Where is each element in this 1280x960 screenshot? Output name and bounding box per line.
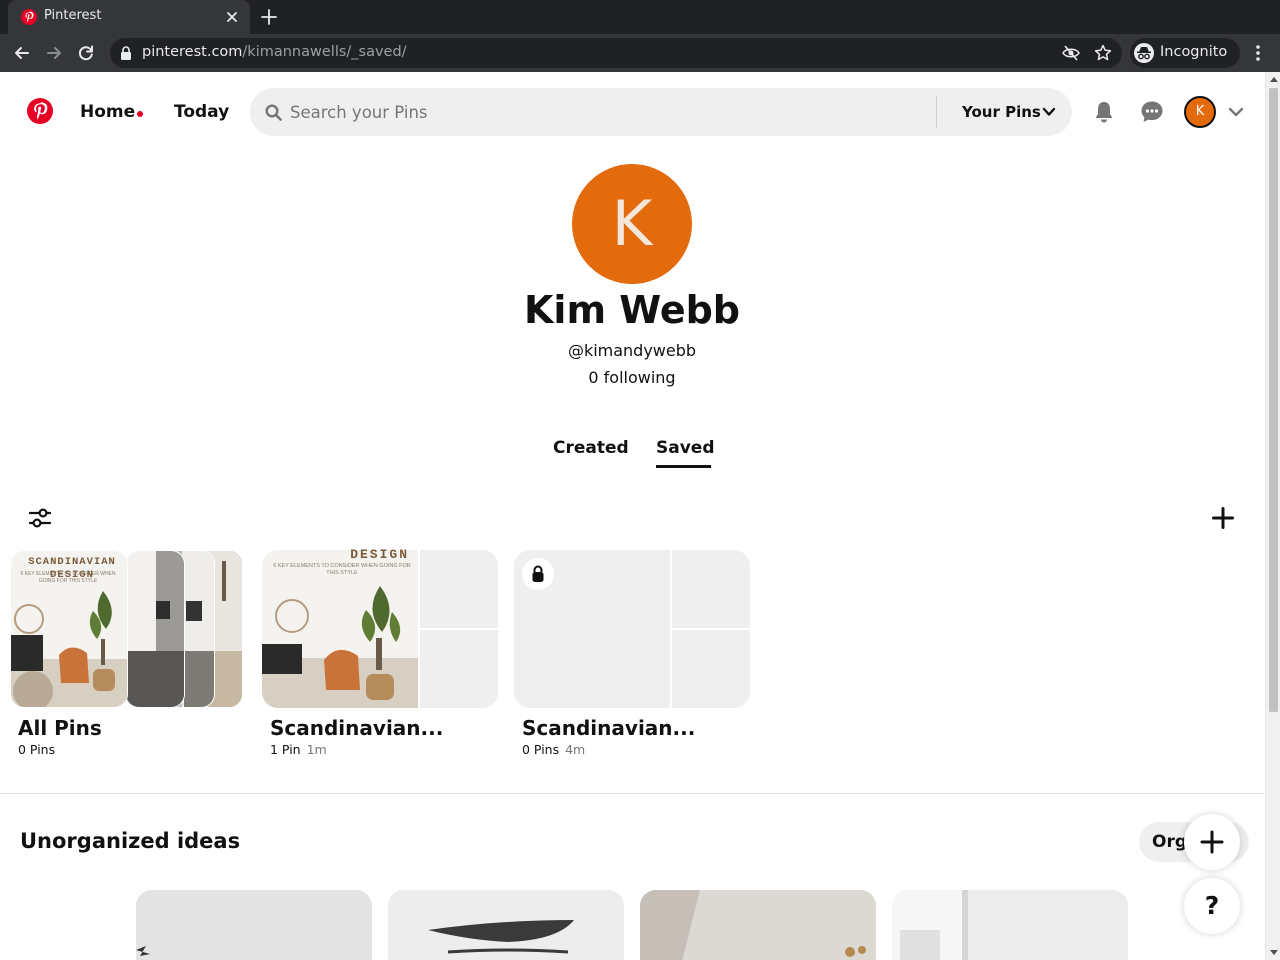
board-title[interactable]: Scandinavian... [270, 716, 443, 740]
secret-board-badge [522, 558, 554, 590]
board-count-text: 0 Pins [522, 742, 560, 757]
browser-tab-strip: Pinterest [0, 0, 1280, 34]
profile-avatar: K [572, 164, 692, 284]
board-scandinavian-2[interactable] [514, 550, 750, 708]
search-divider [936, 96, 937, 128]
incognito-indicator[interactable]: Incognito [1130, 38, 1240, 68]
pin-image [388, 890, 624, 960]
lock-icon [121, 46, 131, 60]
board-cover-placeholder [420, 550, 498, 628]
address-bar[interactable]: pinterest.com/kimannawells/_saved/ [110, 38, 1122, 68]
idea-pin[interactable] [388, 890, 624, 960]
board-cover-divider [672, 628, 750, 630]
incognito-label: Incognito [1160, 44, 1228, 60]
back-icon[interactable] [12, 43, 32, 63]
unorganized-ideas-heading: Unorganized ideas [20, 829, 241, 853]
tab-saved[interactable]: Saved [656, 438, 715, 458]
board-count-text: 1 Pin [270, 742, 301, 757]
board-cover-subtitle: 6 KEY ELEMENTS TO CONSIDER WHEN GOING FO… [273, 563, 411, 576]
tab-title: Pinterest [44, 8, 102, 23]
board-pin-count: 1 Pin 1m [270, 742, 327, 757]
search-input[interactable] [290, 98, 930, 126]
pinterest-page: Home Today Your Pins K K Kim Webb @kiman… [0, 72, 1280, 960]
nav-home-link[interactable]: Home [80, 102, 135, 122]
tab-created[interactable]: Created [553, 438, 629, 458]
browser-toolbar: pinterest.com/kimannawells/_saved/ Incog… [0, 34, 1280, 72]
search-icon [265, 104, 282, 121]
help-button[interactable]: ? [1184, 878, 1240, 934]
notification-dot [137, 111, 143, 117]
incognito-icon [1134, 43, 1154, 63]
board-title[interactable]: All Pins [18, 716, 102, 740]
board-cover-subtitle: 6 KEY ELEMENTS TO CONSIDER WHEN GOING FO… [20, 571, 116, 584]
pin-image [136, 890, 372, 960]
idea-pin[interactable] [892, 890, 1128, 960]
scrollbar-thumb[interactable] [1269, 88, 1278, 712]
section-divider [0, 793, 1264, 794]
board-count-text: 0 Pins [18, 742, 56, 757]
pinterest-logo-icon[interactable] [27, 98, 53, 124]
notifications-bell-icon[interactable] [1092, 100, 1116, 124]
pinterest-favicon-icon [21, 9, 37, 25]
fab-create-button[interactable] [1184, 814, 1240, 870]
browser-tab[interactable]: Pinterest [8, 0, 250, 34]
profile-name: Kim Webb [523, 288, 741, 332]
nav-today-link[interactable]: Today [174, 102, 229, 122]
forward-icon[interactable] [44, 43, 64, 63]
create-plus-icon[interactable] [1212, 507, 1234, 529]
lock-icon [532, 565, 544, 582]
reload-icon[interactable] [76, 43, 96, 63]
board-pin-count: 0 Pins [18, 742, 55, 757]
page-scrollbar[interactable] [1265, 72, 1280, 960]
new-tab-icon[interactable] [260, 8, 278, 26]
plus-icon [1200, 830, 1224, 854]
url-host: pinterest.com [142, 44, 243, 60]
tracking-blocked-eye-icon[interactable] [1062, 45, 1080, 61]
idea-pin[interactable] [640, 890, 876, 960]
active-tab-underline [656, 465, 711, 468]
board-title[interactable]: Scandinavian... [522, 716, 695, 740]
board-pin-count: 0 Pins 4m [522, 742, 585, 757]
url-path: /kimannawells/_saved/ [242, 44, 407, 60]
close-tab-icon[interactable] [224, 9, 240, 25]
account-chevron-down-icon[interactable] [1228, 106, 1244, 118]
board-cover-placeholder [420, 630, 498, 708]
browser-menu-icon[interactable] [1250, 43, 1266, 63]
chevron-down-icon[interactable] [1042, 107, 1056, 117]
account-avatar[interactable]: K [1184, 96, 1216, 128]
scroll-up-arrow-icon[interactable] [1270, 77, 1278, 82]
search-bar: Your Pins [250, 88, 1072, 136]
idea-pin[interactable] [136, 890, 372, 960]
profile-handle: @kimandywebb [567, 341, 697, 360]
following-count[interactable]: 0 following [0, 368, 1264, 387]
board-cover-title: DESIGN [350, 547, 409, 562]
board-cover-divider [420, 628, 498, 630]
board-updated-time: 1m [306, 742, 327, 757]
board-cover-image [125, 550, 185, 708]
messages-icon[interactable] [1140, 100, 1164, 124]
pin-image [892, 890, 1128, 960]
pin-image [640, 890, 876, 960]
url-text: pinterest.com/kimannawells/_saved/ [142, 44, 407, 60]
search-scope-dropdown[interactable]: Your Pins [962, 103, 1041, 121]
board-updated-time: 4m [565, 742, 586, 757]
filter-sliders-icon[interactable] [29, 507, 51, 529]
scroll-down-arrow-icon[interactable] [1270, 950, 1278, 955]
bookmark-star-icon[interactable] [1094, 44, 1112, 62]
